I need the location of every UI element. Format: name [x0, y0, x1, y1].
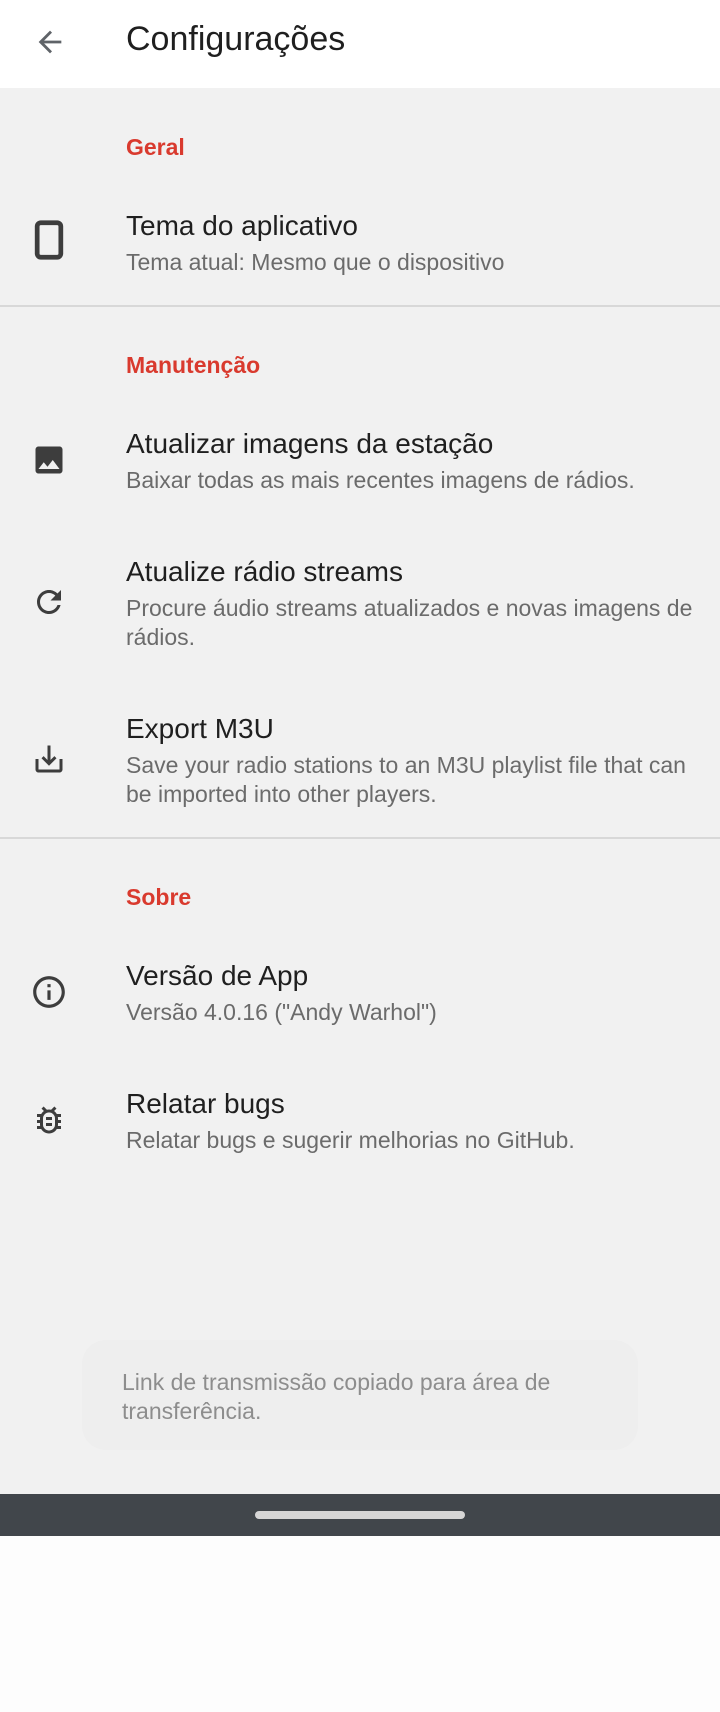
app-bar: Configurações: [0, 0, 720, 88]
item-title: Atualizar imagens da estação: [126, 428, 494, 459]
item-title: Tema do aplicativo: [126, 210, 358, 241]
update-radio-streams-item[interactable]: Atualize rádio streams Procure áudio str…: [0, 542, 720, 662]
item-subtitle: Relatar bugs e sugerir melhorias no GitH…: [126, 1127, 575, 1153]
back-button[interactable]: [28, 20, 72, 64]
page-title: Configurações: [126, 20, 346, 58]
app-version-item[interactable]: Versão de App Versão 4.0.16 ("Andy Warho…: [0, 946, 720, 1036]
item-title: Export M3U: [126, 713, 274, 744]
section-title-maintenance: Manutenção: [126, 352, 261, 378]
refresh-icon: [27, 580, 71, 624]
item-subtitle: Save your radio stations to an M3U playl…: [126, 752, 686, 807]
info-icon: [27, 970, 71, 1014]
export-m3u-item[interactable]: Export M3U Save your radio stations to a…: [0, 699, 720, 819]
download-icon: [27, 737, 71, 781]
app-theme-item[interactable]: Tema do aplicativo Tema atual: Mesmo que…: [0, 196, 720, 286]
item-title: Relatar bugs: [126, 1088, 285, 1119]
item-subtitle: Baixar todas as mais recentes imagens de…: [126, 467, 635, 493]
settings-screen: Configurações Geral Tema do aplicativo T…: [0, 0, 720, 1494]
section-title-about: Sobre: [126, 884, 192, 910]
divider: [0, 837, 720, 839]
home-gesture-handle[interactable]: [255, 1511, 465, 1519]
snackbar: Link de transmissão copiado para área de…: [82, 1340, 638, 1450]
system-navigation-bar: [0, 1494, 720, 1536]
divider: [0, 305, 720, 307]
bug-icon: [27, 1098, 71, 1142]
section-title-general: Geral: [126, 134, 185, 160]
item-subtitle: Tema atual: Mesmo que o dispositivo: [126, 249, 505, 275]
phone-icon: [27, 218, 71, 262]
image-icon: [27, 438, 71, 482]
report-bugs-item[interactable]: Relatar bugs Relatar bugs e sugerir melh…: [0, 1074, 720, 1164]
update-station-images-item[interactable]: Atualizar imagens da estação Baixar toda…: [0, 414, 720, 504]
item-title: Versão de App: [126, 960, 309, 991]
item-subtitle: Versão 4.0.16 ("Andy Warhol"): [126, 999, 437, 1025]
item-subtitle: Procure áudio streams atualizados e nova…: [126, 595, 693, 650]
snackbar-message: Link de transmissão copiado para área de…: [122, 1369, 551, 1424]
item-title: Atualize rádio streams: [126, 556, 404, 587]
arrow-back-icon: [33, 25, 67, 59]
